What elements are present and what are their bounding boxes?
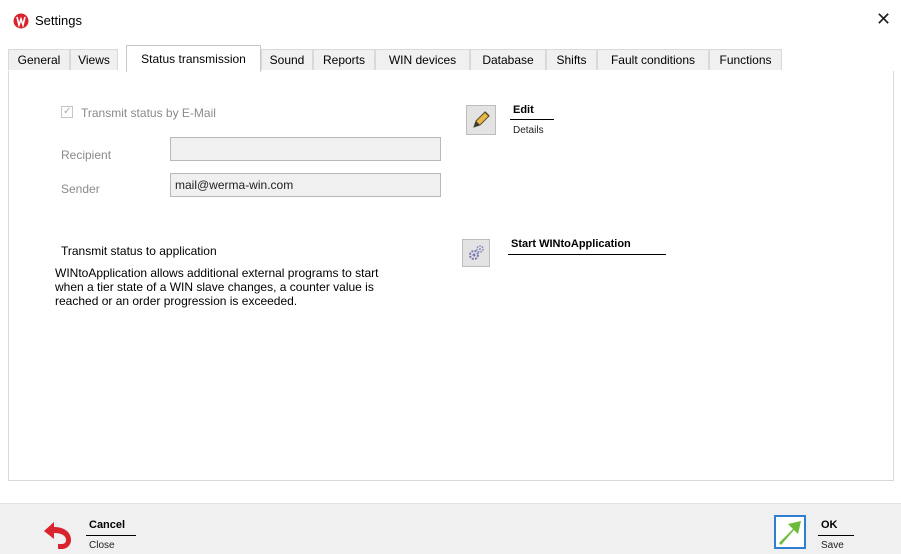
- edit-divider: [510, 119, 554, 120]
- tab-shifts[interactable]: Shifts: [546, 49, 597, 70]
- cancel-title[interactable]: Cancel: [89, 519, 125, 531]
- checkmark-icon: ✓: [63, 106, 72, 117]
- sender-label: Sender: [61, 182, 100, 196]
- cancel-subtitle: Close: [89, 540, 115, 551]
- app-description-line1: WINtoApplication allows additional exter…: [55, 266, 379, 280]
- tab-functions[interactable]: Functions: [709, 49, 782, 70]
- undo-arrow-icon: [44, 522, 71, 549]
- transmit-email-label: Transmit status by E-Mail: [81, 106, 216, 120]
- start-wintoapplication-label[interactable]: Start WINtoApplication: [511, 238, 631, 250]
- ok-divider: [818, 535, 854, 536]
- title-bar: Settings ✕: [0, 0, 901, 44]
- transmit-app-heading: Transmit status to application: [61, 244, 217, 258]
- edit-subtitle: Details: [513, 125, 544, 136]
- ok-title[interactable]: OK: [821, 519, 838, 531]
- start-wintoapplication-button[interactable]: [462, 239, 490, 267]
- recipient-field[interactable]: [170, 137, 441, 161]
- tab-reports[interactable]: Reports: [313, 49, 375, 70]
- cancel-button[interactable]: [40, 519, 74, 551]
- sender-field[interactable]: mail@werma-win.com: [170, 173, 441, 197]
- tab-strip: General Views Status transmission Sound …: [8, 44, 894, 72]
- edit-title[interactable]: Edit: [513, 104, 534, 116]
- gears-icon: [469, 245, 484, 260]
- app-description-line2: when a tier state of a WIN slave changes…: [55, 280, 374, 294]
- tab-status-transmission[interactable]: Status transmission: [126, 45, 261, 72]
- tab-sound[interactable]: Sound: [261, 49, 313, 70]
- recipient-label: Recipient: [61, 148, 112, 162]
- transmit-email-checkbox[interactable]: ✓: [61, 106, 73, 118]
- tab-general[interactable]: General: [8, 49, 70, 70]
- werma-logo-icon: [13, 13, 29, 29]
- footer-bar: Cancel Close OK Save: [0, 503, 901, 554]
- tab-database[interactable]: Database: [470, 49, 546, 70]
- tab-fault-conditions[interactable]: Fault conditions: [597, 49, 709, 70]
- check-arrow-icon: [779, 521, 801, 545]
- cancel-divider: [86, 535, 136, 536]
- tab-views[interactable]: Views: [70, 49, 118, 70]
- pencil-icon: [473, 111, 490, 128]
- close-icon[interactable]: ✕: [876, 10, 891, 28]
- tab-win-devices[interactable]: WIN devices: [375, 49, 470, 70]
- window-title: Settings: [35, 13, 82, 28]
- edit-details-button[interactable]: [466, 105, 496, 135]
- ok-button[interactable]: [774, 515, 806, 549]
- ok-subtitle: Save: [821, 540, 844, 551]
- start-divider: [508, 254, 666, 255]
- app-description-line3: reached or an order progression is excee…: [55, 294, 298, 308]
